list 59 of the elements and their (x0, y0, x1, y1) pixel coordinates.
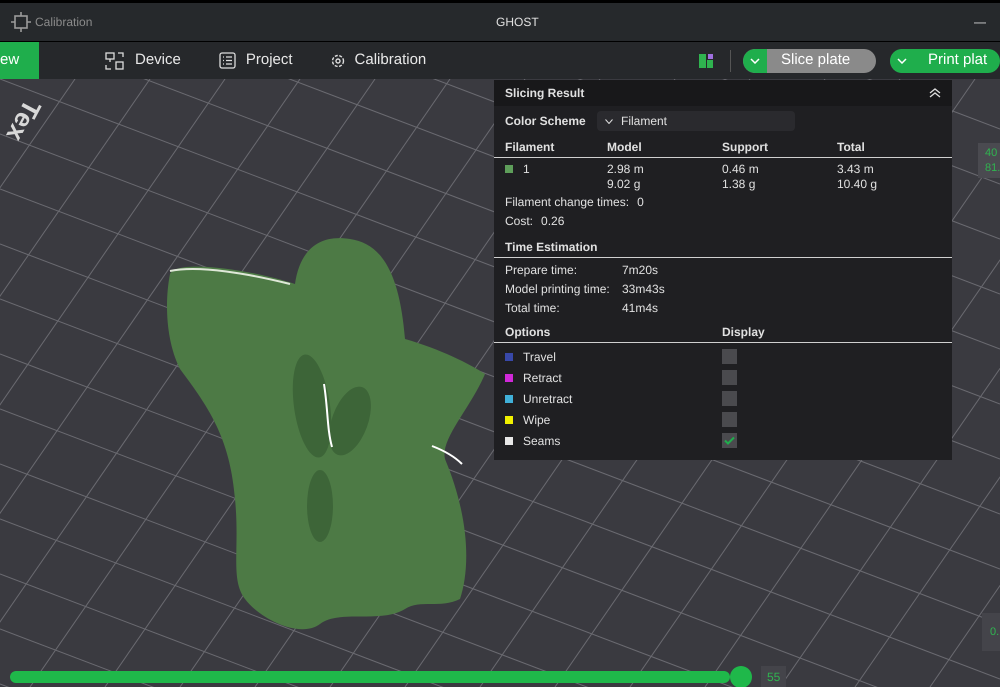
option-label: Unretract (523, 390, 574, 408)
nav-tab[interactable]: Project (204, 42, 307, 79)
table-cell-text: 10.40 g (837, 177, 878, 192)
option-label: Seams (523, 432, 562, 450)
checkbox[interactable] (722, 370, 737, 385)
table-cell-text: 3.43 m (837, 162, 875, 177)
option-label: Retract (523, 370, 563, 386)
stat-label: Filament change times: (505, 194, 630, 210)
checkbox[interactable] (722, 433, 737, 448)
option-label: Travel (523, 348, 557, 366)
column-header: Options (505, 324, 552, 340)
chevron-down-icon (750, 58, 760, 64)
checkbox[interactable] (722, 391, 737, 406)
column-header: Filament (505, 138, 556, 156)
color-scheme-label: Color Scheme (505, 113, 587, 130)
chevron-down-icon (897, 58, 907, 64)
app-subtitle: Calibration (35, 14, 92, 31)
time-label: Total time: (505, 300, 561, 316)
window-title: GHOST (496, 14, 539, 31)
time-value: 33m43s (622, 280, 665, 298)
readout-panel: 40 81. (978, 143, 1000, 178)
table-cell-text: 2.98 m (607, 162, 645, 177)
stat-label: Cost: (505, 212, 534, 230)
collapse-icon[interactable] (929, 88, 941, 98)
time-value: 7m20s (622, 262, 658, 278)
column-header: Total (837, 138, 866, 156)
slider-handle[interactable] (730, 666, 752, 687)
nav-tab[interactable]: Device (91, 42, 195, 79)
checkmark-icon (724, 436, 735, 445)
column-header: Display (722, 324, 765, 340)
table-cell-text: 1.38 g (722, 177, 756, 192)
checkbox[interactable] (722, 349, 737, 364)
stat-value: 0 (637, 194, 644, 210)
chevron-down-icon (605, 118, 613, 124)
column-header: Support (722, 138, 769, 156)
list-icon (218, 52, 236, 69)
table-cell-text: 9.02 g (607, 177, 642, 192)
settings-icon (330, 54, 345, 68)
color-scheme-dropdown[interactable]: Filament (597, 111, 795, 131)
table-cell: 1 (523, 162, 530, 177)
section-title: Time Estimation (505, 238, 598, 256)
stat-value: 0.26 (541, 212, 564, 230)
minimize-button[interactable]: — (974, 13, 986, 31)
nav-tab[interactable]: Calibration (316, 42, 440, 79)
checkbox[interactable] (722, 412, 737, 427)
panel-title: Slicing Result (505, 85, 584, 102)
time-label: Prepare time: (505, 262, 578, 278)
bed-label: Tex (0, 94, 48, 149)
column-header: Model (607, 138, 643, 156)
time-value: 41m4s (622, 300, 658, 316)
option-label: Wipe (523, 412, 552, 428)
time-label: Model printing time: (505, 280, 611, 298)
crop-frame-icon (11, 12, 31, 32)
layout-icon[interactable] (699, 52, 713, 68)
layer-number: 55 (761, 666, 786, 687)
dropdown-value: Filament (621, 113, 668, 130)
table-cell-text: 0.46 m (722, 162, 760, 177)
device-icon (105, 52, 125, 70)
readout-panel: 0. (982, 613, 1000, 651)
